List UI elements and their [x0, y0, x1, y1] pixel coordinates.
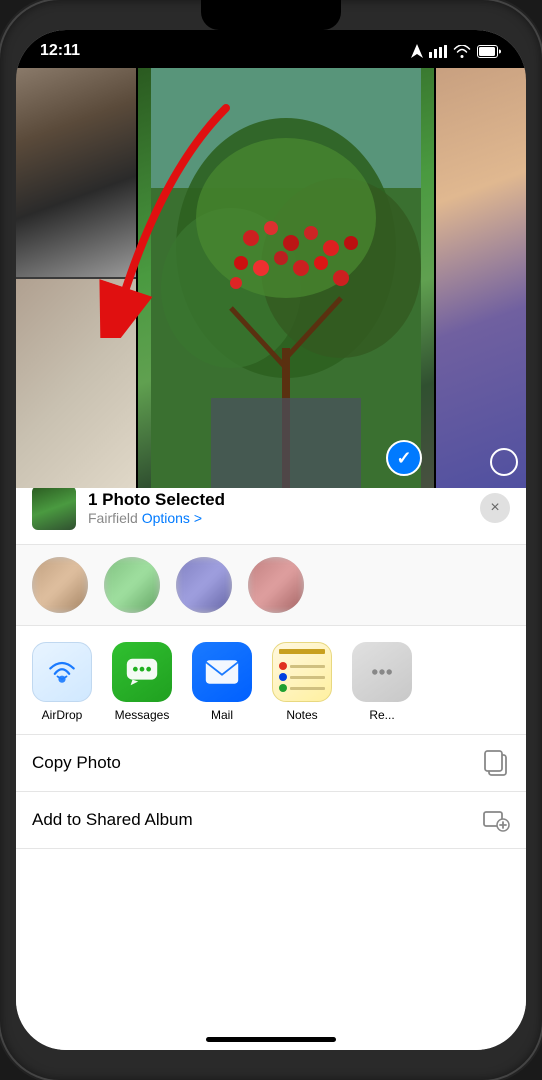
add-shared-album-action[interactable]: Add to Shared Album — [16, 792, 526, 849]
share-sheet: 1 Photo Selected Fairfield Options > × — [16, 472, 526, 1050]
share-thumbnail — [32, 486, 76, 530]
home-indicator — [206, 1037, 336, 1042]
messages-icon — [112, 642, 172, 702]
contact-avatar-1 — [32, 557, 88, 613]
status-bar: 12:11 — [16, 30, 526, 68]
selection-checkmark[interactable]: ✓ — [386, 440, 422, 476]
contact-row — [16, 545, 526, 626]
share-location: Fairfield — [88, 510, 138, 526]
app-item-messages[interactable]: Messages — [112, 642, 172, 722]
share-options-link[interactable]: Options > — [142, 510, 202, 526]
copy-photo-action[interactable]: Copy Photo — [16, 735, 526, 792]
location-icon — [411, 44, 423, 58]
center-photo-selected[interactable]: ✓ — [138, 68, 434, 488]
mail-icon — [192, 642, 252, 702]
share-info: 1 Photo Selected Fairfield Options > — [88, 490, 468, 526]
mail-label: Mail — [211, 708, 233, 722]
contact-item-2[interactable] — [104, 557, 160, 613]
phone-screen: 12:11 — [16, 30, 526, 1050]
status-time: 12:11 — [40, 42, 80, 60]
airdrop-label: AirDrop — [42, 708, 83, 722]
photo-left-column — [16, 68, 136, 488]
battery-icon — [477, 45, 502, 58]
contact-item-4[interactable] — [248, 557, 304, 613]
contact-item-3[interactable] — [176, 557, 232, 613]
contact-avatar-3 — [176, 557, 232, 613]
notes-icon — [272, 642, 332, 702]
photo-area: ✓ — [16, 68, 526, 488]
tile-photo[interactable] — [16, 279, 136, 488]
app-item-airdrop[interactable]: AirDrop — [32, 642, 92, 722]
share-subtitle: Fairfield Options > — [88, 510, 468, 526]
contact-avatar-2 — [104, 557, 160, 613]
contact-scroll — [32, 557, 510, 613]
dog-photo[interactable] — [16, 68, 136, 277]
notch — [201, 0, 341, 30]
selection-circle[interactable] — [490, 448, 518, 476]
notes-label: Notes — [286, 708, 317, 722]
app-scroll: AirDrop Messa — [32, 642, 510, 722]
more-icon — [352, 642, 412, 702]
signal-icon — [429, 45, 447, 58]
copy-photo-label: Copy Photo — [32, 753, 482, 773]
messages-label: Messages — [115, 708, 170, 722]
copy-photo-icon — [482, 749, 510, 777]
add-shared-album-icon — [482, 806, 510, 834]
contact-item-1[interactable] — [32, 557, 88, 613]
app-row: AirDrop Messa — [16, 626, 526, 735]
app-item-more[interactable]: Re... — [352, 642, 412, 722]
phone-frame: 12:11 — [0, 0, 542, 1080]
app-item-mail[interactable]: Mail — [192, 642, 252, 722]
airdrop-icon — [32, 642, 92, 702]
right-photo[interactable] — [436, 68, 526, 488]
more-label: Re... — [369, 708, 394, 722]
contact-avatar-4 — [248, 557, 304, 613]
share-title: 1 Photo Selected — [88, 490, 468, 510]
add-shared-album-label: Add to Shared Album — [32, 810, 482, 830]
status-icons — [411, 44, 502, 58]
app-item-notes[interactable]: Notes — [272, 642, 332, 722]
share-close-button[interactable]: × — [480, 493, 510, 523]
wifi-icon — [453, 45, 471, 58]
